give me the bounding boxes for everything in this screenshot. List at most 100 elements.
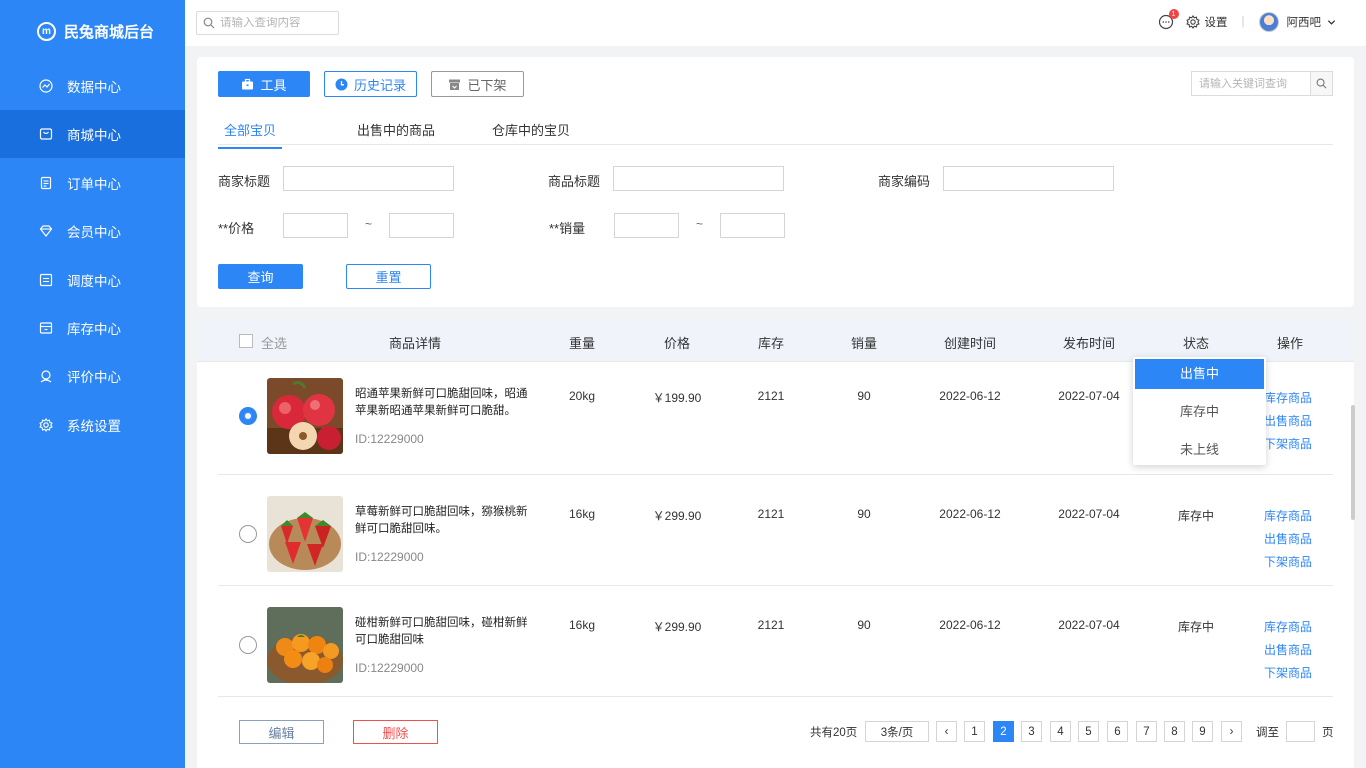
delete-button[interactable]: 删除	[353, 720, 438, 744]
top-bar: 1 设置 | 阿西吧	[185, 0, 1366, 46]
keyword-input[interactable]	[1192, 72, 1310, 95]
history-button[interactable]: 历史记录	[324, 71, 417, 97]
chevron-down-icon[interactable]	[1327, 18, 1336, 27]
tab-all[interactable]: 全部宝贝	[218, 120, 283, 149]
sidebar-item-label: 调度中心	[67, 273, 121, 289]
tools-label: 工具	[260, 77, 287, 93]
page-button[interactable]: 4	[1050, 721, 1071, 742]
sidebar-item-inventory[interactable]: 库存中心	[0, 304, 185, 352]
op-offshelf-link[interactable]: 下架商品	[1264, 664, 1312, 681]
settings-link[interactable]: 设置	[1185, 14, 1228, 30]
tab-on-sale[interactable]: 出售中的商品	[357, 120, 435, 147]
reset-button[interactable]: 重置	[346, 264, 431, 289]
column-header: 操作	[1276, 336, 1304, 351]
review-icon	[39, 369, 53, 383]
status-cell[interactable]: 库存中	[1178, 507, 1214, 524]
sidebar-item-label: 库存中心	[67, 321, 121, 337]
page-button[interactable]: 8	[1164, 721, 1185, 742]
price-max-input[interactable]	[389, 213, 454, 238]
next-page-button[interactable]: ›	[1221, 721, 1242, 742]
op-sell-link[interactable]: 出售商品	[1264, 641, 1312, 658]
page-total: 共有20页	[810, 727, 858, 739]
tab-warehouse[interactable]: 仓库中的宝贝	[492, 120, 570, 147]
select-all-checkbox[interactable]	[239, 334, 253, 348]
sidebar-item-orders[interactable]: 订单中心	[0, 159, 185, 207]
search-icon	[203, 17, 215, 29]
sidebar-item-data[interactable]: 数据中心	[0, 62, 185, 110]
page-button-current[interactable]: 2	[993, 721, 1014, 742]
product-name: 昭通苹果新鲜可口脆甜回味，昭通苹果新昭通苹果新鲜可口脆甜。	[355, 388, 528, 417]
clock-icon	[335, 78, 348, 90]
avatar[interactable]	[1258, 12, 1279, 32]
page-jump-input[interactable]	[1286, 721, 1315, 742]
page-button[interactable]: 3	[1021, 721, 1042, 742]
page-size-select[interactable]: 3条/页	[865, 721, 929, 742]
offshelf-button[interactable]: 已下架	[431, 71, 524, 97]
sidebar-item-shop[interactable]: 商城中心	[0, 110, 185, 159]
message-button[interactable]: 1	[1158, 9, 1179, 30]
sidebar-item-reviews[interactable]: 评价中心	[0, 352, 185, 400]
sales-cell: 90	[857, 507, 871, 521]
price-cell: ￥199.90	[652, 391, 702, 405]
tools-button[interactable]: 工具	[218, 71, 310, 97]
op-sell-link[interactable]: 出售商品	[1264, 412, 1312, 429]
page-button[interactable]: 7	[1136, 721, 1157, 742]
op-inventory-link[interactable]: 库存商品	[1264, 618, 1312, 635]
merchant-title-label: 商家标题	[218, 174, 271, 189]
jump-label: 调至	[1256, 727, 1279, 739]
sales-max-input[interactable]	[720, 213, 785, 238]
sidebar-item-settings[interactable]: 系统设置	[0, 401, 185, 449]
op-offshelf-link[interactable]: 下架商品	[1264, 553, 1312, 570]
stock-cell: 2121	[757, 389, 785, 403]
table-scrollbar[interactable]	[1351, 405, 1355, 520]
row-radio[interactable]	[239, 525, 257, 543]
status-cell[interactable]: 库存中	[1178, 618, 1214, 635]
search-input[interactable]	[220, 17, 330, 29]
product-id: ID:12229000	[355, 550, 424, 564]
page-button[interactable]: 1	[964, 721, 985, 742]
dispatch-icon	[39, 273, 53, 287]
global-search[interactable]	[196, 11, 339, 35]
row-radio[interactable]	[239, 636, 257, 654]
edit-button[interactable]: 编辑	[239, 720, 324, 744]
product-image-orange	[267, 607, 343, 683]
status-option-in-stock[interactable]: 库存中	[1133, 401, 1266, 420]
prev-page-button[interactable]: ‹	[936, 721, 957, 742]
page-button[interactable]: 5	[1078, 721, 1099, 742]
row-radio[interactable]	[239, 407, 257, 425]
toolbox-icon	[242, 78, 254, 89]
price-min-input[interactable]	[283, 213, 348, 238]
op-sell-link[interactable]: 出售商品	[1264, 530, 1312, 547]
username[interactable]: 阿西吧	[1287, 14, 1322, 30]
merchant-title-input[interactable]	[283, 166, 454, 191]
offshelf-label: 已下架	[467, 77, 507, 93]
settings-label: 设置	[1204, 17, 1228, 29]
sales-min-input[interactable]	[614, 213, 679, 238]
sidebar-item-dispatch[interactable]: 调度中心	[0, 256, 185, 304]
price-label: **价格	[218, 221, 255, 236]
filter-panel: 工具 历史记录 已下架 全部宝贝 出售中的商品 仓库中的宝贝 商家标题 商品标题…	[197, 57, 1354, 307]
query-button[interactable]: 查询	[218, 264, 303, 289]
product-tabs: 全部宝贝 出售中的商品 仓库中的宝贝	[218, 117, 1333, 149]
sidebar-item-label: 系统设置	[67, 418, 121, 434]
op-offshelf-link[interactable]: 下架商品	[1264, 435, 1312, 452]
op-inventory-link[interactable]: 库存商品	[1264, 389, 1312, 406]
app-logo[interactable]: m 民兔商城后台	[0, 0, 185, 62]
table-header: 全选 商品详情 重量 价格 库存 销量 创建时间 发布时间 状态 操作	[197, 320, 1354, 362]
status-option-offline[interactable]: 未上线	[1133, 439, 1266, 458]
keyword-search	[1191, 71, 1333, 96]
archive-icon	[449, 79, 461, 90]
price-cell: ￥299.90	[652, 509, 702, 523]
merchant-code-input[interactable]	[943, 166, 1114, 191]
topbar-divider: |	[1241, 16, 1245, 28]
sidebar-item-members[interactable]: 会员中心	[0, 207, 185, 255]
product-title-input[interactable]	[613, 166, 784, 191]
op-inventory-link[interactable]: 库存商品	[1264, 507, 1312, 524]
keyword-search-button[interactable]	[1310, 72, 1332, 95]
page-button[interactable]: 9	[1192, 721, 1213, 742]
history-label: 历史记录	[353, 77, 406, 93]
range-separator: ~	[365, 217, 373, 231]
price-cell: ￥299.90	[652, 620, 702, 634]
page-button[interactable]: 6	[1107, 721, 1128, 742]
status-option-on-sale[interactable]: 出售中	[1135, 359, 1264, 389]
